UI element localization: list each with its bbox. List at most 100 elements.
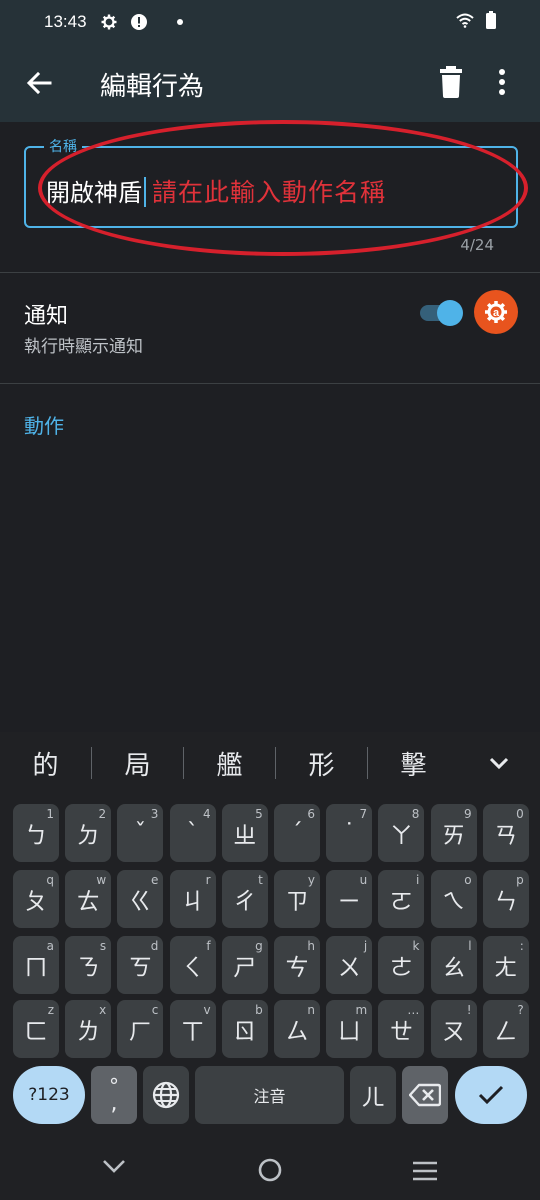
keyboard-key[interactable]: ㄘh bbox=[274, 936, 320, 994]
keyboard-key[interactable]: ㄑf bbox=[169, 936, 216, 994]
keyboard-key[interactable]: ㄧu bbox=[326, 870, 373, 928]
keyboard: 的 局 艦 形 擊 ㄅ 1 ㄉ 2 ˇ 3 ˋ 4 ㄓ 5 ˊ 6 ˙ 7 ㄚ 8 ㄞ 9 ㄢ 0 ㄆ q ㄊ w ㄍ e ㄐ r ㄔ t… bbox=[0, 732, 540, 1136]
keyboard-key[interactable]: ㄈz bbox=[13, 1000, 59, 1058]
key-label: ㄢ bbox=[494, 823, 518, 849]
suggestion[interactable]: 形 bbox=[276, 745, 367, 782]
keyboard-key[interactable]: ㄍe bbox=[117, 870, 164, 928]
actions-section-label: 動作 bbox=[24, 414, 64, 438]
keyboard-key[interactable]: ㄛi bbox=[378, 870, 425, 928]
keyboard-key[interactable]: ˊ6 bbox=[274, 804, 320, 862]
keyboard-key[interactable]: ㄏc bbox=[117, 1000, 164, 1058]
er-key[interactable]: ㄦ bbox=[350, 1066, 396, 1124]
keyboard-key[interactable]: ㄩm bbox=[326, 1000, 373, 1058]
keyboard-key[interactable]: ㄟo bbox=[430, 870, 477, 928]
keyboard-key[interactable]: ㄋs bbox=[65, 936, 112, 994]
dot-icon bbox=[176, 19, 183, 25]
settings-icon bbox=[101, 14, 117, 30]
key-label: ㄙ bbox=[285, 1019, 309, 1045]
notification-toggle[interactable] bbox=[420, 300, 464, 326]
key-hint: k bbox=[412, 939, 420, 953]
keyboard-key[interactable]: ㄜk bbox=[378, 936, 425, 994]
home-circle-icon[interactable] bbox=[258, 1158, 282, 1186]
annotation-ellipse bbox=[38, 120, 528, 256]
key-label: ㄘ bbox=[285, 955, 309, 981]
arrow-back-icon[interactable] bbox=[24, 68, 54, 98]
key-hint: x bbox=[99, 1003, 107, 1017]
keyboard-key[interactable]: ㄌx bbox=[65, 1000, 112, 1058]
keyboard-key[interactable]: ㄨj bbox=[326, 936, 373, 994]
keyboard-key[interactable]: ㄆq bbox=[13, 870, 59, 928]
key-label: ㄖ bbox=[233, 1019, 257, 1045]
key-label: ㄥ bbox=[494, 1019, 518, 1045]
key-hint: q bbox=[46, 873, 54, 887]
key-label: ㄈ bbox=[24, 1019, 48, 1045]
keyboard-key[interactable]: ㄖb bbox=[221, 1000, 268, 1058]
key-label: ㄗ bbox=[285, 889, 309, 915]
alert-icon bbox=[130, 14, 147, 30]
key-hint: w bbox=[96, 873, 107, 887]
char-counter: 4/24 bbox=[460, 236, 494, 254]
keyboard-key[interactable]: ㄅ1 bbox=[13, 804, 59, 862]
keyboard-key[interactable]: ˋ4 bbox=[169, 804, 216, 862]
keyboard-key[interactable]: ㄥ? bbox=[482, 1000, 529, 1058]
keyboard-key[interactable]: ㄇa bbox=[13, 936, 59, 994]
key-hint: 1 bbox=[46, 807, 54, 821]
key-hint: t bbox=[258, 873, 263, 887]
keyboard-key[interactable]: ㄠl bbox=[430, 936, 477, 994]
keyboard-key[interactable]: ㄓ5 bbox=[221, 804, 268, 862]
page-title: 編輯行為 bbox=[100, 72, 205, 102]
suggestion[interactable]: 的 bbox=[0, 745, 91, 782]
keyboard-key[interactable]: ㄕg bbox=[221, 936, 268, 994]
globe-icon[interactable] bbox=[143, 1066, 189, 1124]
keyboard-key[interactable]: ㄗy bbox=[274, 870, 320, 928]
more-vert-icon[interactable] bbox=[498, 68, 506, 100]
keyboard-key[interactable]: ㄐr bbox=[169, 870, 216, 928]
keyboard-key[interactable]: ㄢ0 bbox=[482, 804, 529, 862]
keyboard-key[interactable]: ㄤ: bbox=[482, 936, 529, 994]
punctuation-key[interactable]: ° , bbox=[91, 1066, 137, 1124]
key-label: ㄅ bbox=[24, 823, 48, 849]
suggestion[interactable]: 擊 bbox=[368, 745, 459, 782]
backspace-icon[interactable] bbox=[402, 1066, 448, 1124]
keyboard-key[interactable]: ㄎd bbox=[117, 936, 164, 994]
navigation-bar bbox=[0, 1136, 540, 1200]
keyboard-key[interactable]: ㄡ! bbox=[430, 1000, 477, 1058]
key-label: ㄇ bbox=[24, 955, 48, 981]
trash-icon[interactable] bbox=[438, 66, 464, 102]
key-hint: d bbox=[150, 939, 159, 953]
keyboard-key[interactable]: ㄔt bbox=[221, 870, 268, 928]
keyboard-key[interactable]: ㄣp bbox=[482, 870, 529, 928]
key-hint: e bbox=[151, 873, 159, 887]
keyboard-key[interactable]: ˙ 7 bbox=[326, 804, 373, 862]
wifi-icon bbox=[456, 13, 474, 32]
space-key[interactable]: 注音 bbox=[195, 1066, 344, 1124]
keyboard-key[interactable]: ˇ3 bbox=[117, 804, 164, 862]
key-hint: s bbox=[99, 939, 107, 953]
automate-icon[interactable]: a bbox=[474, 290, 518, 334]
svg-text:a: a bbox=[493, 307, 500, 319]
key-label: ㄔ bbox=[233, 889, 257, 915]
suggestion[interactable]: 艦 bbox=[184, 745, 275, 782]
key-hint: 6 bbox=[307, 807, 315, 821]
battery-icon bbox=[486, 11, 496, 33]
symbols-key[interactable]: ?123 bbox=[13, 1066, 85, 1124]
keyboard-key[interactable]: ㄝ… bbox=[378, 1000, 425, 1058]
menu-lines-icon[interactable] bbox=[412, 1161, 438, 1185]
keyboard-key[interactable]: ㄞ9 bbox=[430, 804, 477, 862]
check-icon[interactable] bbox=[455, 1066, 527, 1124]
keyboard-key[interactable]: ㄒv bbox=[169, 1000, 216, 1058]
key-hint: 7 bbox=[359, 807, 368, 821]
suggestion[interactable]: 局 bbox=[92, 745, 183, 782]
chevron-down-icon[interactable] bbox=[102, 1158, 126, 1178]
key-label: ˋ bbox=[186, 820, 199, 846]
keyboard-key[interactable]: ㄚ8 bbox=[378, 804, 425, 862]
keyboard-key[interactable]: ㄊw bbox=[65, 870, 112, 928]
key-label: ㄊ bbox=[76, 889, 100, 915]
key-label: ㄒ bbox=[181, 1019, 205, 1045]
key-hint: 0 bbox=[516, 807, 524, 821]
keyboard-key[interactable]: ㄉ2 bbox=[65, 804, 112, 862]
keyboard-key[interactable]: ㄙn bbox=[274, 1000, 320, 1058]
key-label: ㄩ bbox=[337, 1019, 361, 1045]
chevron-down-icon[interactable] bbox=[486, 750, 512, 780]
key-hint: 2 bbox=[98, 807, 107, 821]
